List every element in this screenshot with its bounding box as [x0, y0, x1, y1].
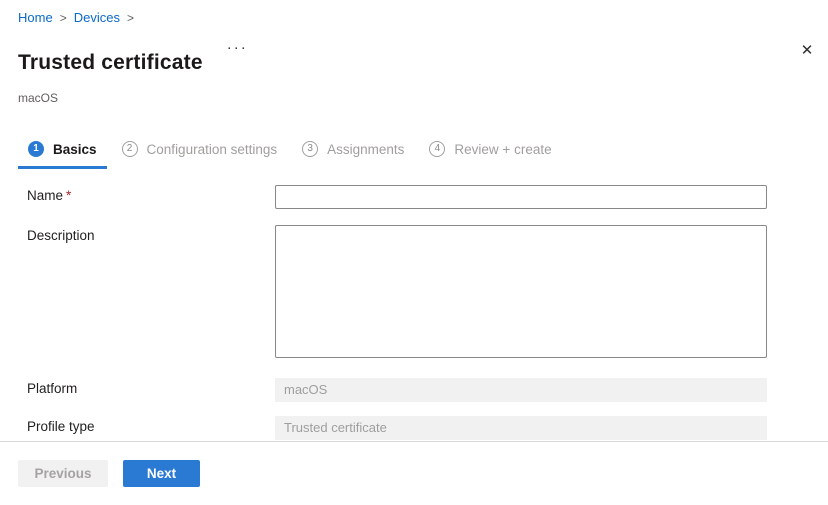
create-profile-pane: Home > Devices > Trusted certificate ···…	[0, 0, 828, 440]
name-label-text: Name	[27, 188, 63, 203]
previous-button[interactable]: Previous	[18, 460, 108, 487]
form-row-profile-type: Profile type Trusted certificate	[18, 416, 810, 440]
next-button[interactable]: Next	[123, 460, 200, 487]
step-label: Basics	[53, 142, 97, 157]
form-row-name: Name*	[18, 185, 810, 209]
step-label: Review + create	[454, 142, 551, 157]
platform-subtitle: macOS	[18, 91, 810, 105]
breadcrumb-link-home[interactable]: Home	[18, 10, 53, 25]
required-asterisk: *	[66, 188, 71, 203]
breadcrumb: Home > Devices >	[18, 10, 810, 25]
step-number-badge: 1	[28, 141, 44, 157]
breadcrumb-link-devices[interactable]: Devices	[74, 10, 120, 25]
page-title: Trusted certificate	[18, 51, 203, 75]
step-tab-review-create[interactable]: 4 Review + create	[419, 135, 561, 169]
close-icon[interactable]: ✕	[794, 38, 820, 64]
description-label: Description	[27, 225, 275, 243]
basics-form: Name* Description Platform macOS Profile…	[18, 185, 810, 440]
wizard-steps: 1 Basics 2 Configuration settings 3 Assi…	[18, 135, 810, 169]
name-label: Name*	[27, 185, 275, 203]
step-label: Configuration settings	[147, 142, 278, 157]
breadcrumb-separator: >	[60, 11, 67, 25]
more-options-icon[interactable]: ···	[225, 39, 250, 57]
step-tab-basics[interactable]: 1 Basics	[18, 135, 107, 169]
profile-type-label: Profile type	[27, 416, 275, 434]
header: Trusted certificate ···	[18, 37, 810, 89]
step-number-badge: 4	[429, 141, 445, 157]
wizard-footer: Previous Next	[0, 441, 828, 505]
form-row-platform: Platform macOS	[18, 378, 810, 402]
profile-type-value-field: Trusted certificate	[275, 416, 767, 440]
step-tab-assignments[interactable]: 3 Assignments	[292, 135, 414, 169]
name-input[interactable]	[275, 185, 767, 209]
step-tab-configuration-settings[interactable]: 2 Configuration settings	[112, 135, 288, 169]
form-row-description: Description	[18, 225, 810, 361]
platform-value-field: macOS	[275, 378, 767, 402]
platform-label: Platform	[27, 378, 275, 396]
description-input[interactable]	[275, 225, 767, 358]
breadcrumb-separator: >	[127, 11, 134, 25]
step-number-badge: 2	[122, 141, 138, 157]
step-number-badge: 3	[302, 141, 318, 157]
step-label: Assignments	[327, 142, 404, 157]
